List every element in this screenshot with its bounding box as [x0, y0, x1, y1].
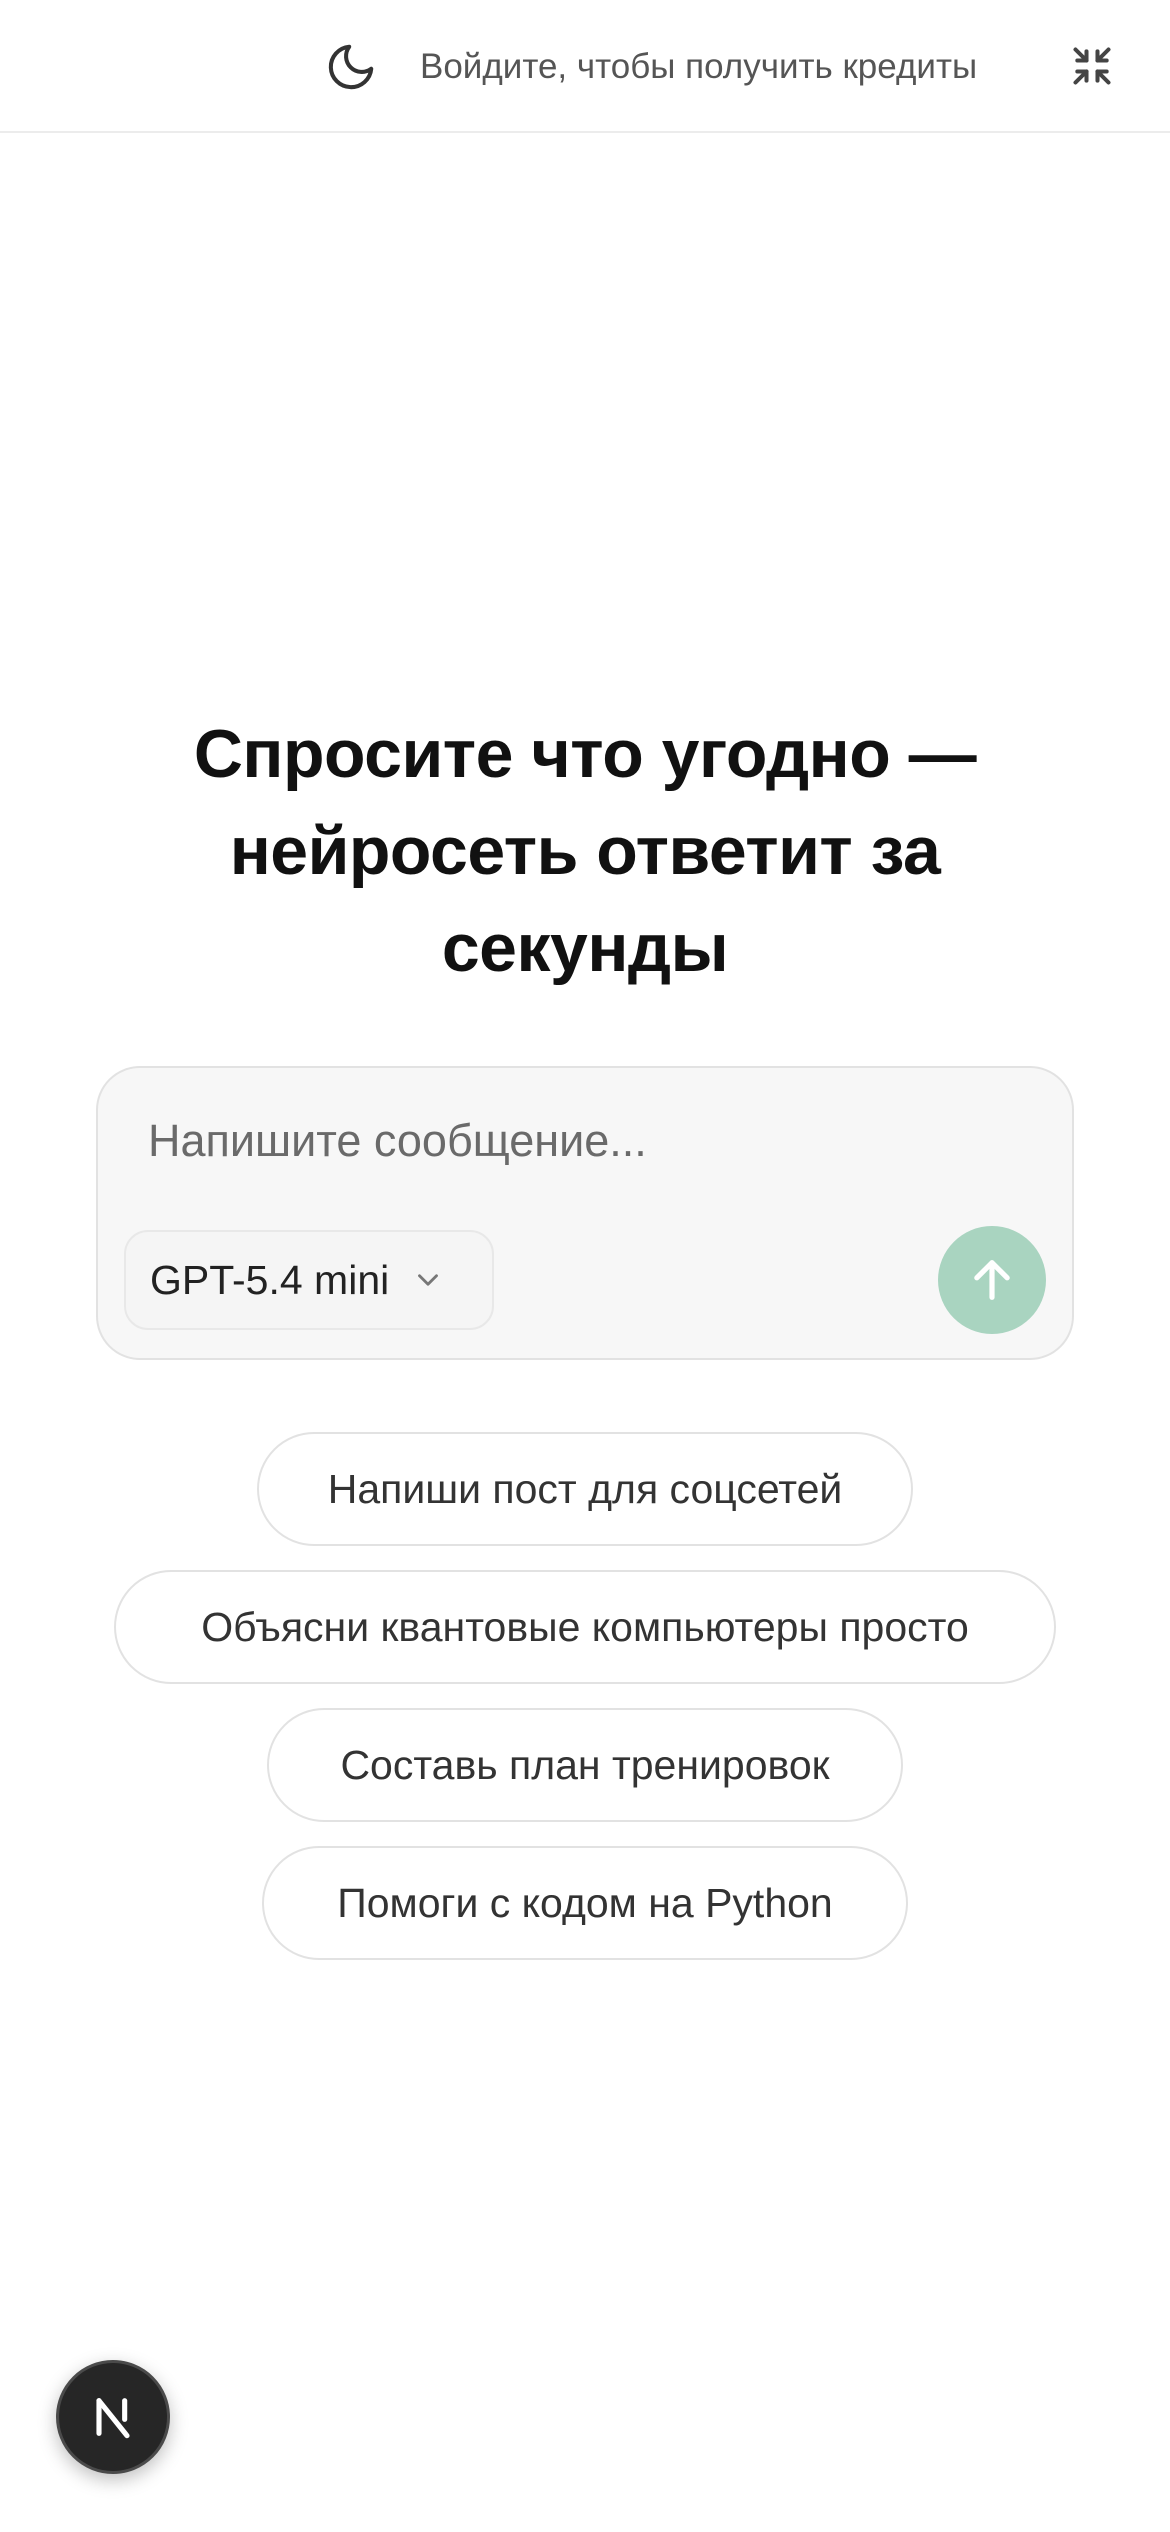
model-selector[interactable]: GPT-5.4 mini: [124, 1230, 494, 1330]
suggestion-chip[interactable]: Напиши пост для соцсетей: [257, 1432, 913, 1546]
login-for-credits-link[interactable]: Войдите, чтобы получить кредиты: [420, 42, 977, 92]
top-bar: Войдите, чтобы получить кредиты: [0, 0, 1170, 133]
chevron-down-icon: [411, 1263, 445, 1297]
n-logo-icon: [96, 2398, 130, 2439]
page: Войдите, чтобы получить кредиты Спросите…: [0, 0, 1170, 2532]
message-input[interactable]: [148, 1106, 1008, 1176]
hero-title: Спросите что угодно — нейросеть ответит …: [193, 716, 977, 986]
arrow-up-icon: [974, 1260, 1010, 1300]
model-selector-label: GPT-5.4 mini: [150, 1256, 390, 1303]
dev-tools-badge[interactable]: [56, 2360, 170, 2474]
suggestion-chip[interactable]: Объясни квантовые компьютеры просто: [114, 1570, 1056, 1684]
theme-toggle-button[interactable]: [322, 38, 380, 96]
send-button[interactable]: [938, 1226, 1046, 1334]
suggestion-chip[interactable]: Помоги с кодом на Python: [262, 1846, 908, 1960]
moon-icon: [328, 44, 374, 90]
suggestion-chip[interactable]: Составь план тренировок: [267, 1708, 903, 1822]
message-composer: GPT-5.4 mini: [96, 1066, 1074, 1360]
collapse-icon: [1073, 47, 1111, 85]
collapse-button[interactable]: [1068, 42, 1116, 90]
